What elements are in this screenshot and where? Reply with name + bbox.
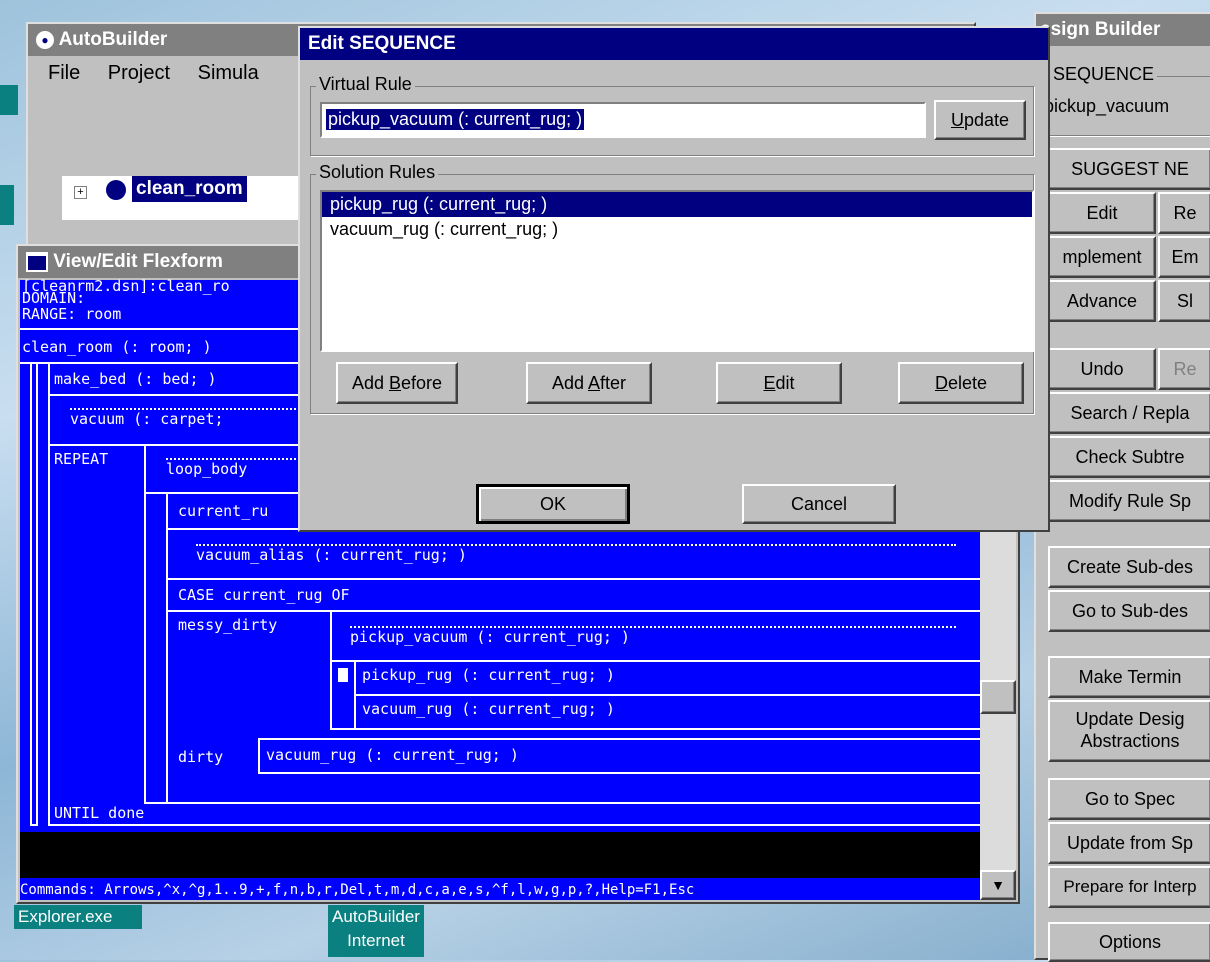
rule-item-pickup-rug[interactable]: pickup_rug (: current_rug; ) [322,192,1032,217]
design-builder-window: esign Builder SEQUENCE pickup_vacuum SUG… [1034,12,1210,962]
em-button[interactable]: Em [1158,236,1210,278]
tree-item-clean-room[interactable]: clean_room [132,176,247,202]
ok-button[interactable]: OK [476,484,630,524]
flexform-vacuum-alias[interactable]: vacuum_alias (: current_rug; ) [196,546,467,564]
scroll-down-button[interactable]: ▼ [980,870,1016,900]
menu-file[interactable]: File [48,62,80,84]
flexform-pickup-rug[interactable]: pickup_rug (: current_rug; ) [362,666,615,684]
advance-button[interactable]: Advance [1048,280,1156,322]
flexform-make-bed[interactable]: make_bed (: bed; ) [54,370,217,388]
edit-button[interactable]: Edit [1048,192,1156,234]
solution-rules-label: Solution Rules [316,162,439,183]
autobuilder-app-icon: ● [36,30,54,49]
create-subdesign-button[interactable]: Create Sub-des [1048,546,1210,588]
delete-button[interactable]: Delete [898,362,1024,404]
flexform-divider [166,578,980,580]
flexform-vacuum-carpet[interactable]: vacuum (: carpet; [70,410,224,428]
update-design-abstractions-button[interactable]: Update Desig Abstractions [1048,700,1210,762]
edit-rule-button[interactable]: Edit [716,362,842,404]
re-button[interactable]: Re [1158,192,1210,234]
flexform-repeat: REPEAT [54,450,109,468]
abstractions-label: Abstractions [1080,731,1180,751]
sequence-group-label: SEQUENCE [1050,64,1158,85]
virtual-rule-label: Virtual Rule [316,74,415,95]
implement-button[interactable]: mplement [1048,236,1156,278]
search-replace-button[interactable]: Search / Repla [1048,392,1210,434]
flexform-current-ru[interactable]: current_ru [178,502,268,520]
sequence-bracket [30,364,38,826]
suggest-next-button[interactable]: SUGGEST NE [1048,148,1210,190]
taskbar-autobuilder-sublabel: Internet [347,931,405,950]
flexform-vacuum-rug[interactable]: vacuum_rug (: current_rug; ) [362,700,615,718]
virtual-rule-value: pickup_vacuum (: current_rug; ) [326,109,585,130]
make-terminal-button[interactable]: Make Termin [1048,656,1210,698]
flexform-range-line: RANGE: room [22,305,122,323]
desktop-icon-fragment [0,85,18,115]
flexform-window-icon [26,251,48,272]
scrollbar-thumb[interactable] [980,680,1016,714]
design-builder-titlebar: esign Builder [1036,14,1210,46]
flexform-command-line: Commands: Arrows,^x,^g,1..9,+,f,n,b,r,De… [20,878,980,900]
flexform-title: View/Edit Flexform [53,251,223,272]
flexform-divider [354,694,980,696]
flexform-dirty-vacuum-rug[interactable]: vacuum_rug (: current_rug; ) [266,746,519,764]
sequence-value: pickup_vacuum [1044,96,1170,116]
redo-button[interactable]: Re [1158,348,1210,390]
sl-button[interactable]: Sl [1158,280,1210,322]
taskbar-autobuilder-label: AutoBuilder [332,907,420,926]
solution-rules-list[interactable]: pickup_rug (: current_rug; ) vacuum_rug … [320,190,1034,352]
update-from-spec-button[interactable]: Update from Sp [1048,822,1210,864]
virtual-rule-input[interactable]: pickup_vacuum (: current_rug; ) [320,102,926,138]
flexform-pickup-vacuum[interactable]: pickup_vacuum (: current_rug; ) [350,628,630,646]
menu-simulate[interactable]: Simula [198,62,259,84]
menu-project[interactable]: Project [108,62,170,84]
flexform-case: CASE current_rug OF [178,586,350,604]
tree-panel: + clean_room [62,176,312,220]
modify-rule-button[interactable]: Modify Rule Sp [1048,480,1210,522]
dialog-titlebar: Edit SEQUENCE [300,28,1048,60]
flexform-until: UNTIL done [54,804,145,822]
update-design-label: Update Desig [1075,709,1185,729]
goto-subdesign-button[interactable]: Go to Sub-des [1048,590,1210,632]
goto-spec-button[interactable]: Go to Spec [1048,778,1210,820]
tree-expand-icon[interactable]: + [74,186,87,199]
prepare-interp-button[interactable]: Prepare for Interp [1048,866,1210,908]
undo-button[interactable]: Undo [1048,348,1156,390]
taskbar-autobuilder[interactable]: AutoBuilder Internet [328,905,424,957]
flexform-messy-dirty: messy_dirty [178,616,278,634]
desktop-icon-fragment [0,185,14,225]
flexform-domain-line: DOMAIN: [22,289,86,307]
flexform-black-area [20,832,980,878]
add-before-button[interactable]: Add Before [336,362,458,404]
add-after-button[interactable]: Add After [526,362,652,404]
edit-sequence-dialog: Edit SEQUENCE Virtual Rule pickup_vacuum… [298,26,1050,532]
rule-item-vacuum-rug[interactable]: vacuum_rug (: current_rug; ) [322,217,1032,242]
taskbar-explorer[interactable]: Explorer.exe [14,905,142,929]
tree-node-icon [106,180,126,200]
flexform-cursor [338,668,348,682]
update-button[interactable]: Update [934,100,1026,140]
flexform-commands: Commands: Arrows,^x,^g,1..9,+,f,n,b,r,De… [20,882,695,898]
flexform-root-rule[interactable]: clean_room (: room; ) [22,338,212,356]
autobuilder-title: AutoBuilder [58,29,168,50]
cancel-button[interactable]: Cancel [742,484,896,524]
flexform-dirty: dirty [178,748,224,766]
check-subtree-button[interactable]: Check Subtre [1048,436,1210,478]
options-button[interactable]: Options [1048,922,1210,962]
flexform-loop-body[interactable]: loop_body [166,460,247,478]
